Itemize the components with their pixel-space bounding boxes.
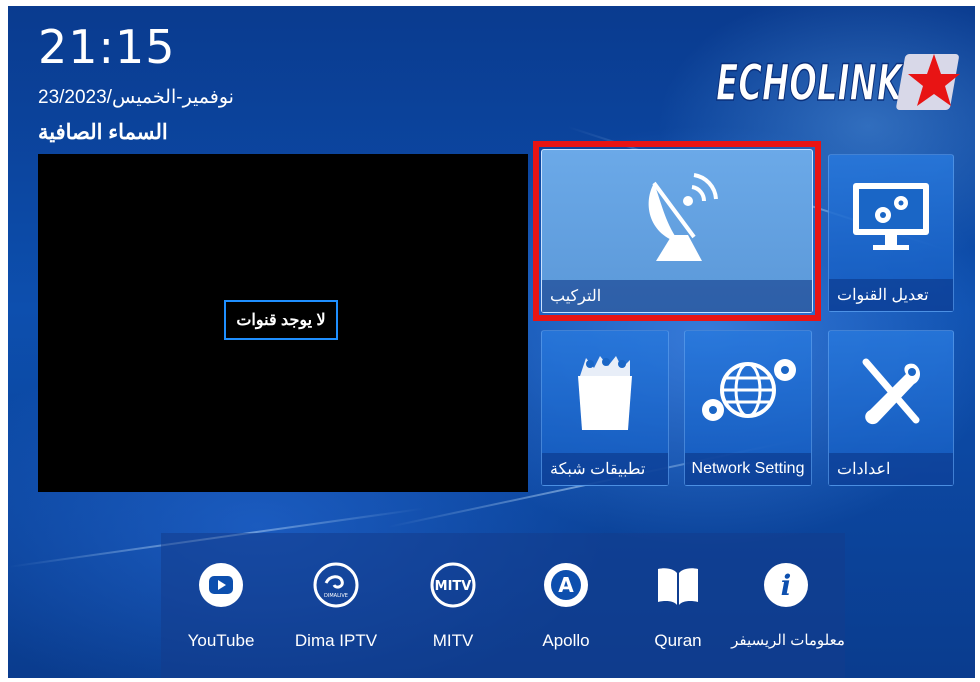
selection-frame	[533, 141, 821, 321]
app-label: Quran	[654, 631, 702, 650]
info-icon: i	[764, 563, 808, 607]
apps-bar: YouTube DIMALIVE Dima IPTV MITV MITV A A…	[161, 533, 845, 678]
app-label: Dima IPTV	[294, 631, 378, 650]
tile-label: تعديل القنوات	[829, 279, 953, 311]
app-receiver-info[interactable]: i معلومات الريسيفر	[731, 533, 845, 678]
no-channels-message: لا يوجد قنوات	[224, 300, 338, 340]
app-quran[interactable]: Quran	[623, 533, 733, 678]
tile-settings[interactable]: اعدادات	[828, 330, 954, 486]
apollo-icon: A	[544, 563, 588, 607]
svg-text:A: A	[558, 573, 574, 597]
app-apollo[interactable]: A Apollo	[511, 533, 621, 678]
tile-network-setting[interactable]: Network Setting	[684, 330, 812, 486]
app-youtube[interactable]: YouTube	[166, 533, 276, 678]
youtube-icon	[199, 563, 243, 607]
svg-text:i: i	[781, 569, 792, 602]
mitv-icon: MITV	[430, 562, 476, 608]
receiver-screen: 21:15 23/2023/نوفمير-الخميس السماء الصاف…	[8, 6, 975, 678]
clock: 21:15	[38, 20, 176, 74]
app-label: Apollo	[542, 631, 590, 650]
app-label: YouTube	[187, 631, 255, 650]
app-label: MITV	[432, 631, 474, 650]
app-label: معلومات الريسيفر	[731, 632, 845, 649]
quran-book-icon	[658, 568, 698, 605]
satellite-name: السماء الصافية	[38, 121, 168, 144]
date: 23/2023/نوفمير-الخميس	[38, 87, 234, 108]
tile-label: اعدادات	[829, 453, 953, 485]
tile-label: Network Setting	[685, 453, 811, 485]
tile-network-apps[interactable]: تطبيقات شبكة	[541, 330, 669, 486]
app-mitv[interactable]: MITV MITV	[398, 533, 508, 678]
apps-basket-icon	[542, 331, 668, 453]
svg-text:DIMALIVE: DIMALIVE	[324, 593, 348, 599]
echolink-logo: ECHOLINK	[715, 53, 960, 113]
dima-iptv-icon: DIMALIVE	[313, 562, 359, 608]
app-dima-iptv[interactable]: DIMALIVE Dima IPTV	[281, 533, 391, 678]
tile-label: تطبيقات شبكة	[542, 453, 668, 485]
svg-text:MITV: MITV	[435, 579, 472, 594]
tools-icon	[829, 331, 953, 453]
tile-edit-channels[interactable]: تعديل القنوات	[828, 154, 954, 312]
monitor-gears-icon	[829, 155, 953, 279]
globe-gears-icon	[685, 331, 811, 453]
logo-text: ECHOLINK	[716, 54, 904, 112]
